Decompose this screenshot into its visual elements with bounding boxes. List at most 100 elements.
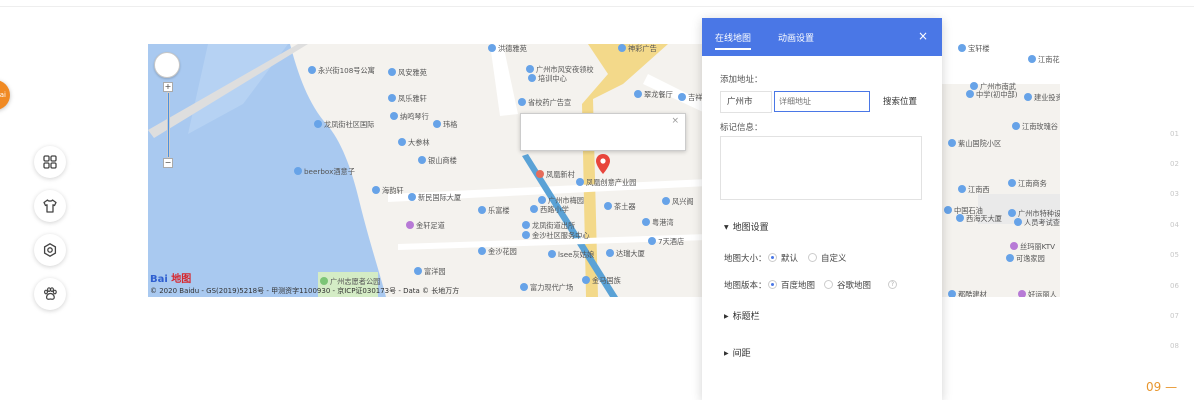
spacing-section[interactable]: ▶ 间距 [724, 346, 751, 359]
map-poi[interactable]: 新民国际大厦 [408, 193, 461, 202]
page-number-6[interactable]: 06 [1170, 282, 1179, 290]
poi-label: 风兴阁 [672, 197, 694, 206]
map-poi[interactable]: 江南商务 [1008, 179, 1047, 188]
grid-button[interactable] [34, 146, 66, 178]
help-icon[interactable]: ? [888, 280, 897, 289]
poi-pin-icon [538, 196, 546, 204]
map-poi[interactable]: 广州市梅园 [538, 196, 584, 205]
map-poi[interactable]: 风兴阁 [662, 197, 694, 206]
theme-button[interactable] [34, 190, 66, 222]
map-poi[interactable]: 江南西 [958, 185, 990, 194]
map-poi[interactable]: 海韵轩 [372, 186, 404, 195]
zoom-slider[interactable] [167, 92, 170, 158]
page-number-4[interactable]: 04 [1170, 221, 1179, 229]
map-poi[interactable]: 金沙花园 [478, 247, 517, 256]
title-bar-section[interactable]: ▶ 标题栏 [724, 309, 760, 322]
map-poi[interactable]: 茶土器 [604, 202, 636, 211]
map-poi[interactable]: 江南玫瑰谷 [1012, 122, 1058, 131]
map-poi[interactable]: 大参林 [398, 138, 430, 147]
page-number-3[interactable]: 03 [1170, 190, 1179, 198]
info-window-close-icon[interactable]: × [671, 116, 679, 126]
map-poi[interactable]: 风安雅苑 [388, 68, 427, 77]
map-poi[interactable]: 西路小学 [530, 205, 569, 214]
map-poi[interactable]: 纳鸣琴行 [390, 112, 429, 121]
close-icon[interactable]: × [918, 29, 928, 43]
map-poi[interactable]: 金马国族 [582, 276, 621, 285]
map-poi[interactable]: 富力现代广场 [520, 283, 573, 292]
map-poi[interactable]: 神彩广告 [618, 44, 657, 53]
map-poi[interactable]: 粤港湾 [642, 218, 674, 227]
page-number-2[interactable]: 02 [1170, 160, 1179, 168]
map-poi[interactable]: 达瑞大厦 [606, 249, 645, 258]
page-number-1[interactable]: 01 [1170, 130, 1179, 138]
map-poi[interactable]: 玮格 [433, 120, 457, 129]
map-poi[interactable]: 洪德雅苑 [488, 44, 527, 53]
zoom-out-button[interactable]: − [163, 158, 173, 168]
page-number-5[interactable]: 05 [1170, 251, 1179, 259]
version-baidu-radio[interactable]: 百度地图 [768, 279, 815, 291]
tab-animation-settings[interactable]: 动画设置 [778, 31, 814, 44]
map-poi[interactable]: 西海天大厦 [956, 214, 1002, 223]
map-poi[interactable]: 建业投资 [1024, 93, 1060, 102]
map-poi[interactable]: 金轩足道 [406, 221, 445, 230]
poi-label: 江南玫瑰谷 [1022, 122, 1058, 131]
map-poi[interactable]: 龙凤街道出所 [522, 221, 575, 230]
map-poi[interactable]: 翠龙餐厅 [634, 90, 673, 99]
map-poi[interactable]: 江南花 [1028, 55, 1060, 64]
map-poi[interactable]: 永兴街108号公寓 [308, 66, 375, 75]
map-poi[interactable]: 紫山国院小区 [948, 139, 1001, 148]
map-poi[interactable]: 都酷建材 [948, 290, 987, 297]
version-google-radio[interactable]: 谷歌地图 [824, 279, 871, 291]
tab-online-map[interactable]: 在线地图 [715, 31, 752, 50]
map-poi[interactable]: 好运丽人 [1018, 290, 1057, 297]
page-number-8[interactable]: 08 [1170, 342, 1179, 350]
map-poi[interactable]: 7天酒店 [648, 237, 684, 246]
zoom-in-button[interactable]: + [163, 82, 173, 92]
map-poi[interactable]: 人员考试查 [1014, 218, 1060, 227]
size-default-radio[interactable]: 默认 [768, 252, 798, 264]
map-poi[interactable]: 凤凰新村 [536, 170, 575, 179]
page-number-9[interactable]: 09 — [1146, 380, 1177, 394]
map-pan-control[interactable] [154, 52, 180, 78]
page-number-7[interactable]: 07 [1170, 312, 1179, 320]
map-poi[interactable]: 凤乐雅轩 [388, 94, 427, 103]
map-poi[interactable]: beerbox酒意子 [294, 167, 355, 176]
map-poi[interactable]: lsee灰姑娘 [548, 250, 594, 259]
poi-pin-icon [1012, 122, 1020, 130]
paw-icon [43, 287, 57, 300]
map-poi[interactable]: 广州市特种设备检 [1008, 209, 1060, 218]
map-marker-icon[interactable] [596, 154, 610, 174]
map-poi[interactable]: 富洋园 [414, 267, 446, 276]
map-poi[interactable]: 广州市风安夜领校 [526, 65, 594, 74]
map-poi[interactable]: 凤凰创意产业园 [576, 178, 636, 187]
poi-pin-icon [536, 170, 544, 178]
map-poi[interactable]: 可逸家园 [1006, 254, 1045, 263]
size-custom-radio[interactable]: 自定义 [808, 252, 847, 264]
side-orange-tab[interactable]: ai [0, 80, 10, 110]
poi-label: 江南西 [968, 185, 990, 194]
map-poi[interactable]: 省校药广告宣 [518, 98, 571, 107]
settings-button[interactable] [34, 234, 66, 266]
poi-label: 永兴街108号公寓 [318, 66, 375, 75]
map-poi[interactable]: 培训中心 [528, 74, 567, 83]
map-settings-section[interactable]: ▼ 地图设置 [724, 220, 769, 233]
poi-pin-icon [478, 247, 486, 255]
poi-pin-icon [526, 65, 534, 73]
city-field[interactable]: 广州市 [720, 91, 772, 113]
marker-info-textarea[interactable] [720, 136, 922, 200]
map-poi[interactable]: 金沙社区服务中心 [522, 231, 590, 240]
map-poi[interactable]: 龙凤街社区国际 [314, 120, 374, 129]
search-location-button[interactable]: 搜索位置 [876, 91, 924, 113]
map-poi[interactable]: 丝玛丽KTV [1010, 242, 1055, 251]
animal-button[interactable] [34, 278, 66, 310]
poi-label: 省校药广告宣 [528, 98, 572, 107]
poi-pin-icon [606, 249, 614, 257]
map-poi[interactable]: 宝轩楼 [958, 44, 990, 53]
map-poi[interactable]: 广州志愿者公园 [320, 277, 380, 286]
map-zoom-control[interactable]: + − [163, 82, 173, 168]
map-poi[interactable]: 乐富楼 [478, 206, 510, 215]
address-input[interactable] [774, 91, 870, 112]
map-poi[interactable]: 银山商楼 [418, 156, 457, 165]
map-poi[interactable]: 中学(初中部) [966, 90, 1018, 99]
poi-label: 金沙社区服务中心 [532, 231, 590, 240]
